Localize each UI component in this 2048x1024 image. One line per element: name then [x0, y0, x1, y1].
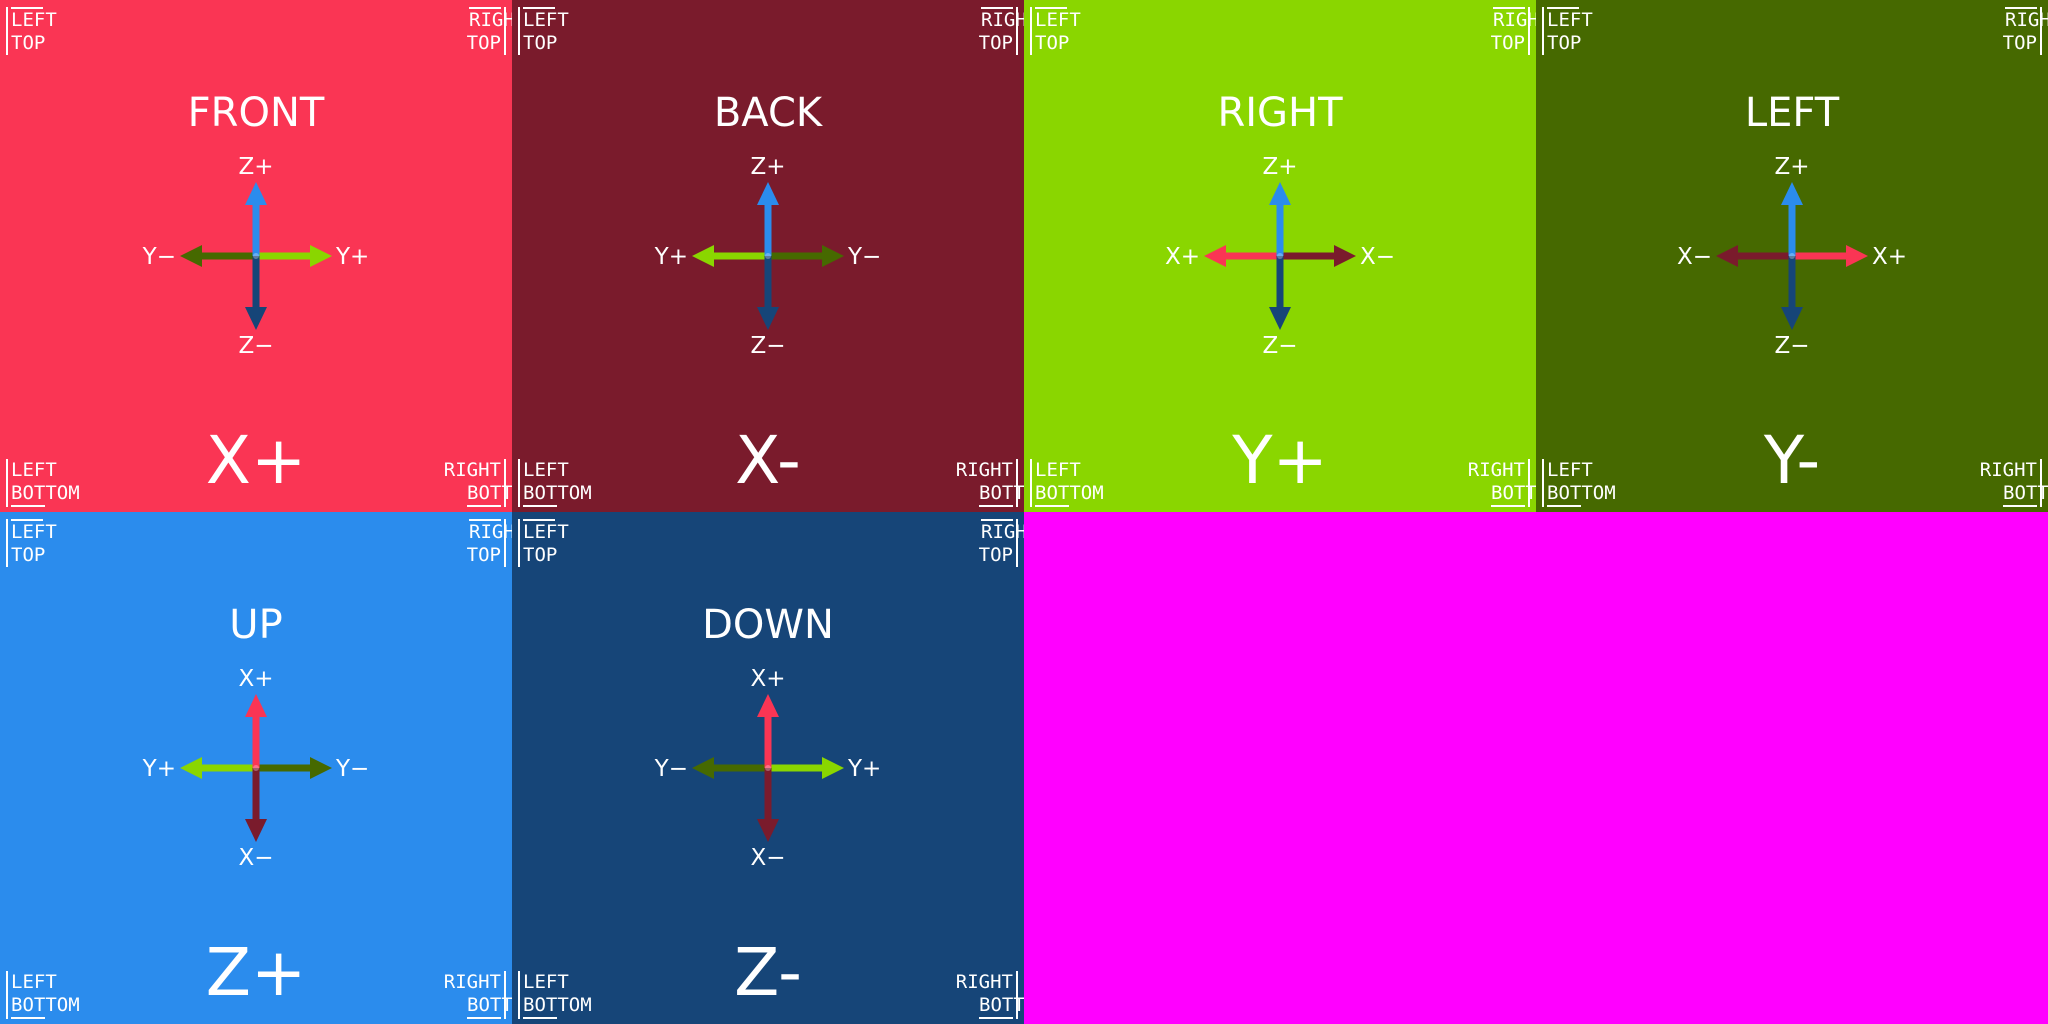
cube-face-left: LEFT TOP RIGHT TOP LEFT BOTTOM RIGHT BOT… [1536, 0, 2048, 512]
cube-face-front: LEFT TOP RIGHT TOP LEFT BOTTOM RIGHT BOT… [0, 0, 512, 512]
axis-label-right: X+ [1872, 244, 1907, 270]
cube-face-up: LEFT TOP RIGHT TOP LEFT BOTTOM RIGHT BOT… [0, 512, 512, 1024]
axis-arrowhead-left [180, 757, 202, 779]
axis-origin [765, 765, 771, 771]
axis-label-left: Y+ [654, 244, 688, 270]
axis-label-down: Z− [1262, 333, 1297, 359]
axis-label-up: Z+ [238, 154, 273, 180]
axis-arrowhead-right [822, 245, 844, 267]
axis-label-left: Y− [142, 244, 176, 270]
axis-arrowhead-left [1204, 245, 1226, 267]
face-axis-label: X+ [205, 422, 307, 499]
axis-arrowhead-up [757, 694, 779, 717]
axis-label-left: Y− [654, 756, 688, 782]
axis-label-left: X+ [1165, 244, 1200, 270]
axis-label-right: Y− [335, 756, 369, 782]
axis-label-right: Y− [847, 244, 881, 270]
axis-label-right: Y+ [335, 244, 369, 270]
axis-label-right: Y+ [847, 756, 881, 782]
axis-label-up: X+ [238, 666, 273, 692]
axis-arrowhead-left [180, 245, 202, 267]
face-axis-label: X- [735, 422, 801, 499]
face-axis-label: Y+ [1232, 422, 1328, 499]
axis-arrowhead-down [757, 819, 779, 842]
axis-arrowhead-left [692, 757, 714, 779]
axis-label-right: X− [1360, 244, 1395, 270]
axis-origin [765, 253, 771, 259]
axis-label-down: Z− [238, 333, 273, 359]
axis-arrowhead-down [245, 307, 267, 330]
face-axis-label: Z- [734, 934, 802, 1011]
axis-label-down: Z− [1774, 333, 1809, 359]
cube-face-down: LEFT TOP RIGHT TOP LEFT BOTTOM RIGHT BOT… [512, 512, 1024, 1024]
axis-label-up: X+ [750, 666, 785, 692]
axis-arrowhead-right [1846, 245, 1868, 267]
axis-arrowhead-down [1269, 307, 1291, 330]
axis-label-up: Z+ [1262, 154, 1297, 180]
axis-arrowhead-right [822, 757, 844, 779]
cube-face-back: LEFT TOP RIGHT TOP LEFT BOTTOM RIGHT BOT… [512, 0, 1024, 512]
face-axis-label: Z+ [205, 934, 307, 1011]
axis-label-up: Z+ [750, 154, 785, 180]
axis-label-down: Z− [750, 333, 785, 359]
axis-arrowhead-left [692, 245, 714, 267]
axis-label-down: X− [750, 845, 785, 871]
axis-label-left: Y+ [142, 756, 176, 782]
axis-arrowhead-right [1334, 245, 1356, 267]
axis-origin [253, 765, 259, 771]
axis-arrowhead-right [310, 757, 332, 779]
axis-arrowhead-down [1781, 307, 1803, 330]
axis-origin [1277, 253, 1283, 259]
face-axis-label: Y- [1763, 422, 1821, 499]
axis-arrowhead-up [1269, 182, 1291, 205]
axis-arrowhead-up [245, 694, 267, 717]
axis-arrowhead-right [310, 245, 332, 267]
axis-label-down: X− [238, 845, 273, 871]
axis-label-up: Z+ [1774, 154, 1809, 180]
axis-arrowhead-down [245, 819, 267, 842]
axis-origin [253, 253, 259, 259]
axis-arrowhead-up [757, 182, 779, 205]
cube-face-right: LEFT TOP RIGHT TOP LEFT BOTTOM RIGHT BOT… [1024, 0, 1536, 512]
cubemap-atlas: LEFT TOP RIGHT TOP LEFT BOTTOM RIGHT BOT… [0, 0, 2048, 1024]
axis-origin [1789, 253, 1795, 259]
axis-arrowhead-down [757, 307, 779, 330]
axis-arrowhead-left [1716, 245, 1738, 267]
axis-label-left: X− [1677, 244, 1712, 270]
axis-arrowhead-up [1781, 182, 1803, 205]
axis-arrowhead-up [245, 182, 267, 205]
